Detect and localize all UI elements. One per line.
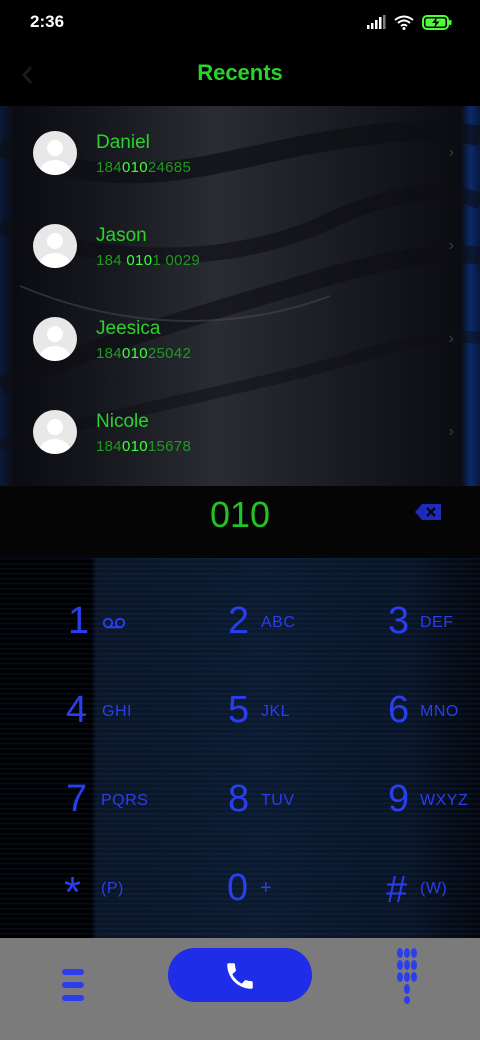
header: Recents <box>0 44 480 106</box>
contact-name: Nicole <box>96 411 149 432</box>
key-digit: 0 <box>227 867 249 909</box>
status-icons <box>366 12 452 32</box>
key-5[interactable]: 5 JKL <box>160 667 320 756</box>
key-digit: 1 <box>68 600 90 642</box>
key-letters: (W) <box>420 880 448 897</box>
contact-number: 184 0101 0029 <box>96 252 201 269</box>
recent-item[interactable]: Jason 184 0101 0029 › <box>0 199 480 292</box>
key-0[interactable]: 0 + <box>160 845 320 934</box>
key-digit: # <box>386 869 408 911</box>
key-4[interactable]: 4 GHI <box>0 667 160 756</box>
key-2[interactable]: 2 ABC <box>160 578 320 667</box>
chevron-right-icon: › <box>448 423 454 440</box>
key-digit: 3 <box>388 600 410 642</box>
key-star[interactable]: * (P) <box>0 845 160 934</box>
key-digit: * <box>64 868 82 917</box>
dialed-number: 010 <box>209 494 271 535</box>
avatar <box>33 410 77 454</box>
match-highlight: 010 <box>126 252 153 269</box>
key-9[interactable]: 9 WXYZ <box>320 756 480 845</box>
key-letters: TUV <box>261 792 295 809</box>
recent-item[interactable]: Daniel 18401024685 › <box>0 106 480 199</box>
key-6[interactable]: 6 MNO <box>320 667 480 756</box>
key-3[interactable]: 3 DEF <box>320 578 480 667</box>
key-letters: GHI <box>102 703 132 720</box>
dial-display: 010 <box>0 486 480 558</box>
avatar <box>33 131 77 175</box>
recent-item[interactable]: Jeesica 18401025042 › <box>0 292 480 385</box>
chevron-right-icon: › <box>448 144 454 161</box>
status-time: 2:36 <box>30 12 65 31</box>
person-icon <box>40 140 70 175</box>
key-letters: JKL <box>261 703 291 720</box>
key-digit: 9 <box>388 778 410 820</box>
key-digit: 5 <box>228 689 250 731</box>
person-icon <box>40 326 70 361</box>
recents-list: Daniel 18401024685 › Jason 184 0101 0029… <box>0 106 480 486</box>
status-bar: 2:36 <box>0 0 480 44</box>
key-letters: ABC <box>261 614 296 631</box>
contact-name: Jason <box>96 225 147 246</box>
key-digit: 8 <box>228 778 250 820</box>
key-letters: DEF <box>420 614 454 631</box>
contact-name: Daniel <box>96 132 150 153</box>
key-digit: 4 <box>66 689 88 731</box>
match-highlight: 010 <box>121 345 148 362</box>
key-digit: 2 <box>228 600 250 642</box>
key-digit: 7 <box>66 778 88 820</box>
key-letters: MNO <box>420 703 459 720</box>
person-icon <box>40 419 70 454</box>
key-letters: + <box>260 877 273 899</box>
battery-charging-icon <box>422 14 452 30</box>
match-highlight: 010 <box>121 438 148 455</box>
key-letters: (P) <box>101 880 124 897</box>
chevron-right-icon: › <box>448 330 454 347</box>
dialpad-icon[interactable] <box>394 948 422 1008</box>
person-icon <box>40 233 70 268</box>
key-letters: WXYZ <box>420 792 469 809</box>
menu-icon[interactable] <box>62 958 84 1001</box>
contact-number: 18401025042 <box>96 345 192 362</box>
chevron-right-icon: › <box>448 237 454 254</box>
page-title: Recents <box>197 60 283 85</box>
key-letters: PQRS <box>101 792 149 809</box>
call-button[interactable] <box>168 948 312 1002</box>
backspace-icon[interactable] <box>414 503 442 521</box>
key-hash[interactable]: # (W) <box>320 845 480 934</box>
match-highlight: 010 <box>121 159 148 176</box>
phone-icon <box>227 963 253 989</box>
bottom-bar <box>0 938 480 1040</box>
avatar <box>33 224 77 268</box>
key-7[interactable]: 7 PQRS <box>0 756 160 845</box>
key-digit: 6 <box>388 689 410 731</box>
keypad: 1 2 ABC 3 DEF 4 GHI 5 JKL 6 MNO 7 PQRS 8… <box>0 558 480 938</box>
key-8[interactable]: 8 TUV <box>160 756 320 845</box>
contact-number: 18401024685 <box>96 159 192 176</box>
voicemail-icon <box>102 617 126 629</box>
contact-number: 18401015678 <box>96 438 192 455</box>
signal-icon <box>367 15 386 29</box>
avatar <box>33 317 77 361</box>
recent-item[interactable]: Nicole 18401015678 › <box>0 385 480 478</box>
contact-name: Jeesica <box>96 318 161 339</box>
key-1[interactable]: 1 <box>0 578 160 667</box>
wifi-icon <box>394 15 414 30</box>
